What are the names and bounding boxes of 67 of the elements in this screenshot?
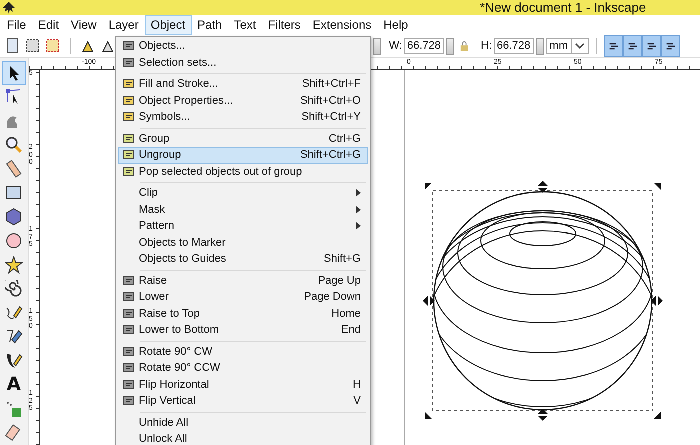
spray-icon <box>5 400 23 418</box>
spinner-icon[interactable] <box>446 38 454 54</box>
calligraphy-pen-icon <box>5 352 23 370</box>
unit-dropdown[interactable]: mm <box>546 38 589 54</box>
menu-item[interactable]: Edit <box>32 15 66 35</box>
menu-item[interactable]: View <box>65 15 103 35</box>
scale-lines-icon <box>646 42 656 50</box>
tool-button[interactable] <box>2 61 26 85</box>
menu-item[interactable]: Selection sets... <box>118 54 368 71</box>
text-tool-button[interactable]: A <box>2 373 26 397</box>
scale-lines-icon <box>628 42 638 50</box>
pen-icon <box>5 328 23 346</box>
menu-item[interactable]: Filters <box>262 15 307 35</box>
node-icon <box>5 88 23 106</box>
menu-item[interactable]: Objects... <box>118 38 368 54</box>
menu-item[interactable]: Lower to Bottom End <box>118 322 368 338</box>
menu-item[interactable]: Flip Horizontal H <box>118 376 368 393</box>
menu-item[interactable]: Unlock All <box>118 431 368 445</box>
menu-item[interactable]: Text <box>228 15 262 35</box>
scale-lines-icon <box>608 42 618 50</box>
scale-toggle-button[interactable] <box>623 35 642 57</box>
menu-item[interactable]: Raise to Top Home <box>118 306 368 322</box>
magnifier-icon <box>5 136 23 154</box>
menu-item[interactable]: Object Properties... Shift+Ctrl+O <box>118 92 368 109</box>
spinner-icon[interactable] <box>373 38 382 54</box>
selection-icon[interactable] <box>45 38 61 54</box>
menu-item[interactable]: Layer <box>102 15 145 35</box>
document-icon[interactable] <box>5 38 21 54</box>
menu-item[interactable]: Pop selected objects out of group <box>118 164 368 180</box>
menu-item[interactable]: Object <box>144 15 192 35</box>
scale-lines-icon <box>666 42 676 50</box>
cube-icon <box>5 208 23 226</box>
menu-item[interactable]: Objects to Guides Shift+G <box>118 251 368 268</box>
rectangle-icon <box>5 184 23 202</box>
menu-item[interactable]: Group Ctrl+G <box>118 130 368 147</box>
tool-button[interactable] <box>2 253 26 277</box>
menu-item[interactable]: Objects to Marker <box>118 234 368 251</box>
scale-toggle-button[interactable] <box>642 35 661 57</box>
menu-item[interactable]: Extensions <box>306 15 378 35</box>
menu-item[interactable]: Mask <box>118 202 368 218</box>
menu-item[interactable]: Clip <box>118 185 368 202</box>
menu-item[interactable]: Flip Vertical V <box>118 393 368 410</box>
width-field[interactable]: 66.728 <box>404 38 444 54</box>
menu-item[interactable]: Pattern <box>118 218 368 234</box>
menu-item[interactable]: Help <box>378 15 414 35</box>
circle-icon <box>5 232 23 250</box>
height-label: H: <box>481 40 492 52</box>
menu-item[interactable]: Lower Page Down <box>118 289 368 306</box>
height-field[interactable]: 66.728 <box>494 38 534 54</box>
menu-item[interactable]: Symbols... Shift+Ctrl+Y <box>118 109 368 126</box>
menu-item[interactable]: Unhide All <box>118 414 368 431</box>
menu-item[interactable]: Fill and Stroke... Shift+Ctrl+F <box>118 76 368 92</box>
scale-toggle-button[interactable] <box>604 35 623 57</box>
menu-item[interactable]: File <box>1 15 32 35</box>
star-icon <box>5 256 23 274</box>
menu-item[interactable]: Rotate 90° CW <box>118 344 368 360</box>
spinner-icon[interactable] <box>536 38 544 54</box>
lock-icon[interactable] <box>460 40 470 52</box>
selection-icon[interactable] <box>25 38 41 54</box>
menu-item[interactable]: Raise Page Up <box>118 272 368 289</box>
menu-item[interactable]: Rotate 90° CCW <box>118 360 368 376</box>
menu-item[interactable]: Path <box>192 15 228 35</box>
menu-item[interactable]: Ungroup Shift+Ctrl+G <box>118 147 368 164</box>
window-title: *New document 1 - Inkscape <box>480 0 646 15</box>
app-logo-icon <box>2 2 16 14</box>
width-label: W: <box>389 40 402 52</box>
scale-toggle-button[interactable] <box>661 35 680 57</box>
